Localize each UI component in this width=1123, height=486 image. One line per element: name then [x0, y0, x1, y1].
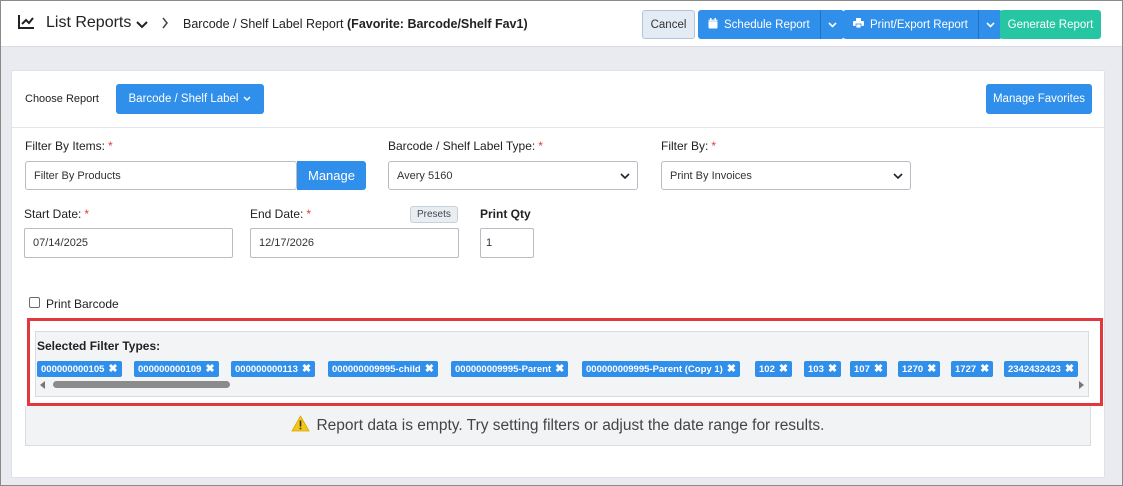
empty-message-text: Report data is empty. Try setting filter…: [316, 416, 825, 434]
breadcrumb-report-name: Barcode / Shelf Label Report: [183, 17, 344, 31]
print-barcode-label: Print Barcode: [46, 297, 119, 311]
choose-report-label: Choose Report: [25, 93, 99, 105]
print-export-button[interactable]: Print/Export Report: [843, 10, 978, 39]
breadcrumb-favorite: (Favorite: Barcode/Shelf Fav1): [347, 17, 528, 31]
schedule-report-dropdown[interactable]: [819, 10, 844, 39]
highlight-outline: [27, 318, 1103, 406]
cancel-button[interactable]: Cancel: [642, 10, 695, 39]
filter-by-label-text: Filter By:: [661, 139, 709, 153]
empty-report-message: Report data is empty. Try setting filter…: [25, 406, 1091, 446]
filter-by-select[interactable]: Print By Invoices: [661, 161, 911, 190]
print-qty-value: 1: [486, 237, 493, 249]
required-mark: *: [538, 139, 543, 153]
start-date-value: 07/14/2025: [33, 237, 89, 249]
print-export-split-button: Print/Export Report: [843, 10, 1002, 39]
required-mark: *: [84, 207, 90, 221]
end-date-value: 12/17/2026: [259, 237, 315, 249]
schedule-report-button[interactable]: Schedule Report: [698, 10, 820, 39]
start-date-label: Start Date: *: [24, 207, 89, 221]
chevron-down-icon[interactable]: [136, 18, 148, 32]
presets-button[interactable]: Presets: [410, 206, 458, 223]
print-qty-input[interactable]: 1: [480, 228, 534, 258]
chevron-down-icon: [893, 171, 903, 183]
end-date-label: End Date: *: [250, 207, 311, 221]
generate-report-button[interactable]: Generate Report: [1000, 10, 1101, 39]
print-export-label: Print/Export Report: [870, 18, 968, 31]
label-type-select[interactable]: Avery 5160: [388, 161, 638, 190]
divider: [12, 127, 1104, 128]
end-date-label-text: End Date:: [250, 207, 304, 221]
filter-by-value: Print By Invoices: [670, 169, 752, 182]
chevron-right-icon: [161, 17, 169, 32]
chevron-down-icon: [620, 171, 630, 183]
filter-items-select[interactable]: Filter By Products: [25, 161, 297, 190]
schedule-report-split-button: Schedule Report: [698, 10, 844, 39]
start-date-label-text: Start Date:: [24, 207, 82, 221]
choose-report-selected: Barcode / Shelf Label: [128, 93, 239, 105]
filter-items-label-text: Filter By Items:: [25, 139, 106, 153]
line-chart-icon: [17, 14, 35, 33]
print-qty-label: Print Qty: [480, 207, 531, 221]
manage-favorites-button[interactable]: Manage Favorites: [986, 84, 1092, 114]
top-bar: List Reports Barcode / Shelf Label Repor…: [1, 1, 1122, 47]
print-barcode-checkbox[interactable]: [29, 297, 40, 308]
breadcrumb: Barcode / Shelf Label Report (Favorite: …: [183, 17, 528, 31]
required-mark: *: [108, 139, 113, 153]
chevron-down-icon: [828, 21, 837, 28]
page-title[interactable]: List Reports: [46, 14, 131, 32]
printer-icon: [853, 18, 864, 31]
required-mark: *: [306, 207, 312, 221]
warning-icon: [291, 414, 311, 437]
label-type-label-text: Barcode / Shelf Label Type:: [388, 139, 536, 153]
filter-items-value: Filter By Products: [34, 169, 121, 182]
chevron-down-icon: [986, 21, 995, 28]
chevron-down-icon: [243, 96, 251, 101]
required-mark: *: [711, 139, 717, 153]
filter-by-label: Filter By: *: [661, 139, 716, 153]
manage-button[interactable]: Manage: [297, 161, 366, 190]
start-date-input[interactable]: 07/14/2025: [24, 228, 233, 258]
calendar-icon: [708, 17, 718, 32]
schedule-report-label: Schedule Report: [724, 18, 810, 31]
label-type-value: Avery 5160: [397, 169, 453, 182]
print-export-dropdown[interactable]: [977, 10, 1002, 39]
choose-report-dropdown[interactable]: Barcode / Shelf Label: [116, 84, 264, 114]
end-date-input[interactable]: 12/17/2026: [250, 228, 459, 258]
label-type-label: Barcode / Shelf Label Type: *: [388, 139, 543, 153]
filter-items-label: Filter By Items: *: [25, 139, 113, 153]
